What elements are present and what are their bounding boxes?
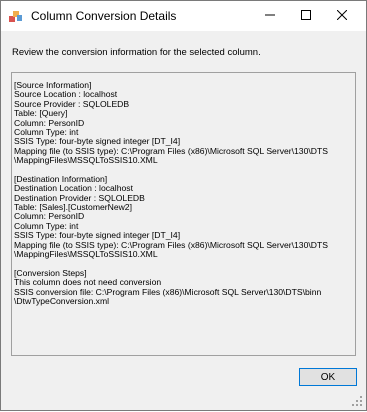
minimize-button[interactable] bbox=[255, 1, 285, 31]
minimize-icon bbox=[265, 7, 275, 25]
ok-button[interactable]: OK bbox=[299, 368, 357, 386]
maximize-button[interactable] bbox=[291, 1, 321, 31]
resize-grip-icon[interactable] bbox=[351, 394, 363, 406]
dialog-window: Column Conversion Details Review the con… bbox=[0, 0, 367, 411]
app-icon bbox=[9, 9, 23, 23]
title-bar[interactable]: Column Conversion Details bbox=[1, 1, 366, 31]
conversion-details-textbox[interactable]: [Source Information] Source Location : lo… bbox=[11, 72, 356, 356]
close-icon bbox=[336, 7, 348, 25]
details-line: \DtwTypeConversion.xml bbox=[14, 295, 110, 306]
details-line: \MappingFiles\MSSQLToSSIS10.XML bbox=[14, 249, 158, 260]
window-title: Column Conversion Details bbox=[31, 9, 177, 23]
close-button[interactable] bbox=[327, 1, 357, 31]
maximize-icon bbox=[301, 7, 311, 25]
details-line: \MappingFiles\MSSQLToSSIS10.XML bbox=[14, 155, 158, 166]
instruction-text: Review the conversion information for th… bbox=[12, 47, 261, 58]
